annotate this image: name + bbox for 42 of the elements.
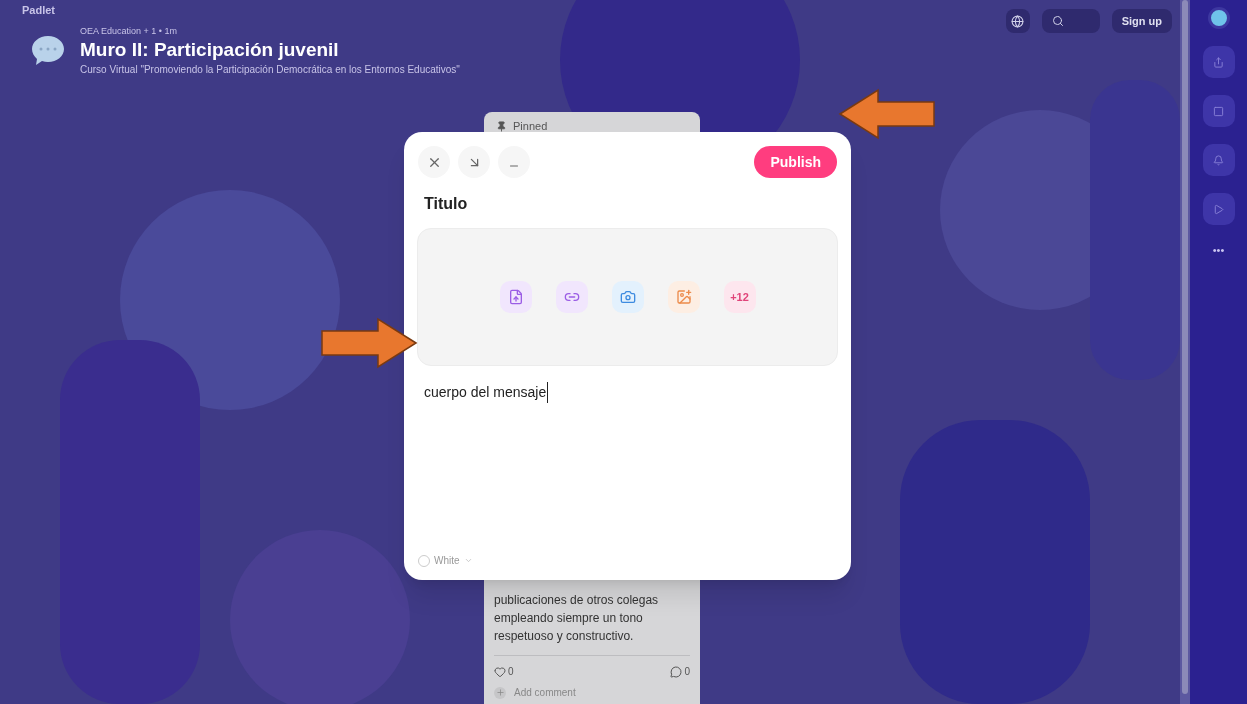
avatar-icon[interactable] <box>1207 7 1230 29</box>
like-count: 0 <box>508 665 514 679</box>
body-field[interactable]: cuerpo del mensaje <box>424 382 549 403</box>
wall-subtitle: Curso Virtual "Promoviendo la Participación Democrática en los Entornos Educativos" <box>80 62 460 77</box>
embed-icon <box>1213 105 1224 117</box>
publish-button[interactable]: Publish <box>754 146 837 178</box>
camera-button[interactable] <box>611 281 644 313</box>
wall-meta: OEA Education + 1 • 1m <box>80 24 178 38</box>
play-button[interactable] <box>1202 193 1235 225</box>
bell-icon <box>1213 154 1224 166</box>
language-button[interactable] <box>1005 9 1030 33</box>
embed-button[interactable] <box>1202 95 1235 127</box>
play-icon <box>1213 203 1224 215</box>
image-button[interactable] <box>667 281 700 313</box>
file-upload-button[interactable] <box>499 281 532 313</box>
globe-icon <box>1011 14 1025 28</box>
comment-count: 0 <box>684 665 690 679</box>
pinned-label: Pinned <box>513 119 548 134</box>
comment-icon <box>670 665 683 678</box>
bell-button[interactable] <box>1202 144 1235 176</box>
share-button[interactable] <box>1202 46 1235 78</box>
heart-icon <box>494 665 506 678</box>
expand-button[interactable] <box>458 146 490 178</box>
post-body: publicaciones de otros colegas empleando siempre un tono respetuoso y constructivo. <box>493 592 660 645</box>
brand-logo[interactable]: Padlet <box>22 2 460 19</box>
close-button[interactable] <box>418 146 450 178</box>
sign-up-button[interactable]: Sign up <box>1111 9 1172 33</box>
wall-title: Muro II: Participación juvenil <box>80 38 340 62</box>
title-field[interactable]: Titulo <box>424 192 837 216</box>
file-upload-icon <box>507 289 524 305</box>
camera-icon <box>619 289 636 305</box>
search-button[interactable] <box>1041 9 1100 33</box>
image-icon <box>675 289 692 305</box>
plus-icon <box>494 686 506 699</box>
more-button[interactable]: ••• <box>1212 242 1225 259</box>
pin-icon <box>496 120 507 132</box>
search-icon <box>1051 15 1064 27</box>
link-button[interactable] <box>555 281 588 313</box>
share-icon <box>1213 56 1224 68</box>
color-selector[interactable]: White <box>418 553 473 568</box>
more-attachments-button[interactable]: +12 <box>723 281 756 313</box>
chevron-down-icon <box>463 556 473 565</box>
